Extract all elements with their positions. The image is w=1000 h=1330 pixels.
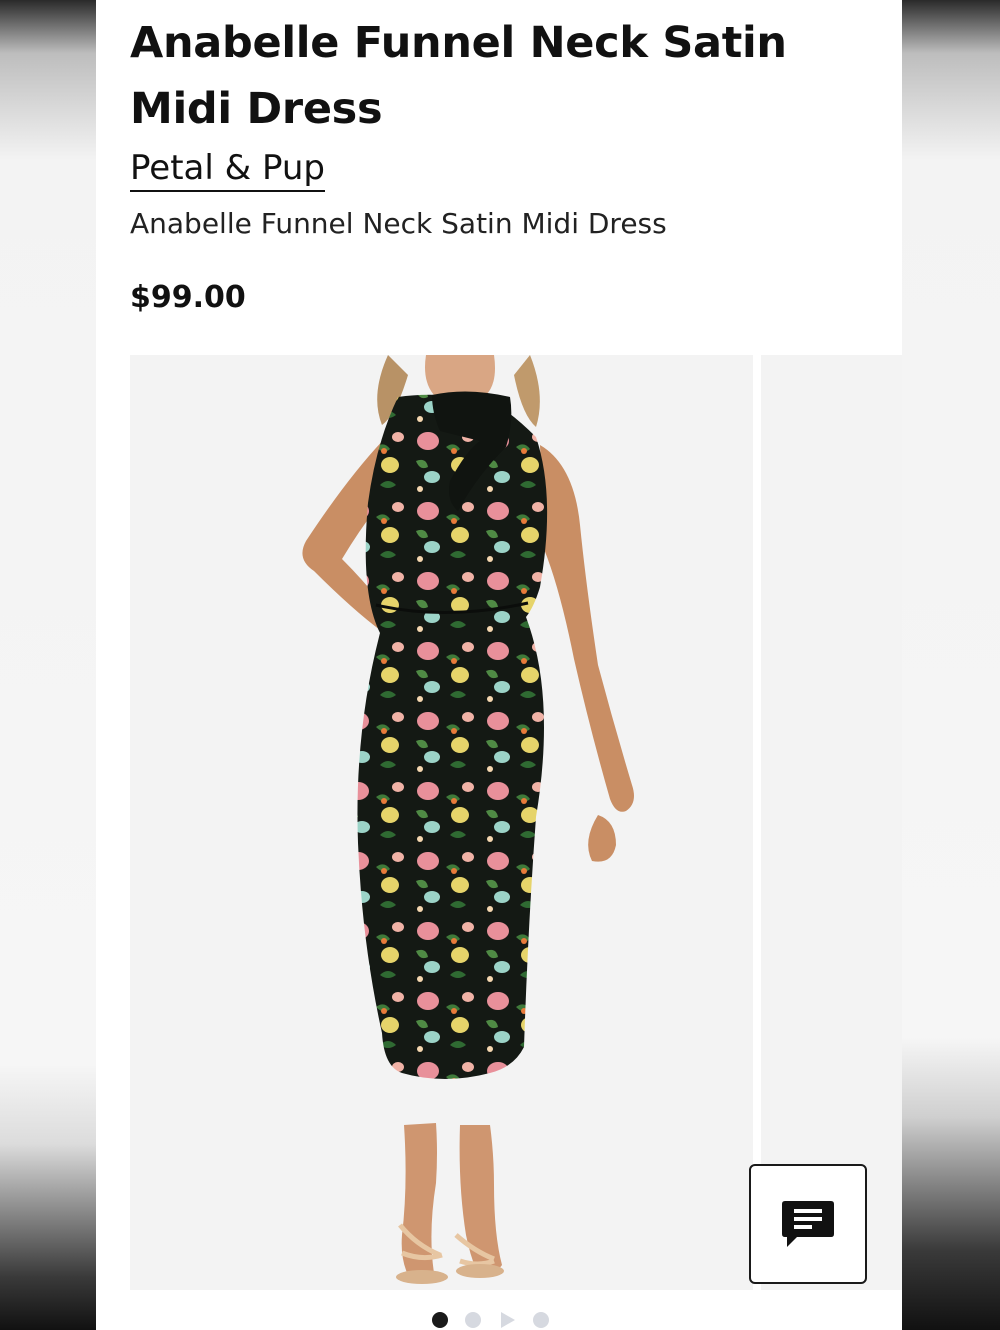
product-price: $99.00 [130,280,246,315]
brand-link[interactable]: Petal & Pup [130,146,325,192]
carousel-dot-4[interactable] [533,1312,549,1328]
carousel-dot-2[interactable] [465,1312,481,1328]
product-title: Anabelle Funnel Neck Satin Midi Dress [130,18,787,134]
carousel-pagination [432,1310,549,1330]
product-image[interactable] [130,355,753,1290]
backdrop-left [0,0,96,1330]
backdrop-right [902,0,1000,1330]
carousel-dot-1[interactable] [432,1312,448,1328]
next-image-preview[interactable] [761,355,902,1290]
video-dot-play-icon[interactable] [498,1311,516,1329]
image-carousel[interactable] [130,355,902,1290]
product-subtitle: Anabelle Funnel Neck Satin Midi Dress [130,207,667,240]
product-page: Anabelle Funnel Neck Satin Midi Dress Pe… [96,0,902,1330]
chat-bubble-icon [782,1201,834,1247]
chat-button[interactable] [749,1164,867,1284]
